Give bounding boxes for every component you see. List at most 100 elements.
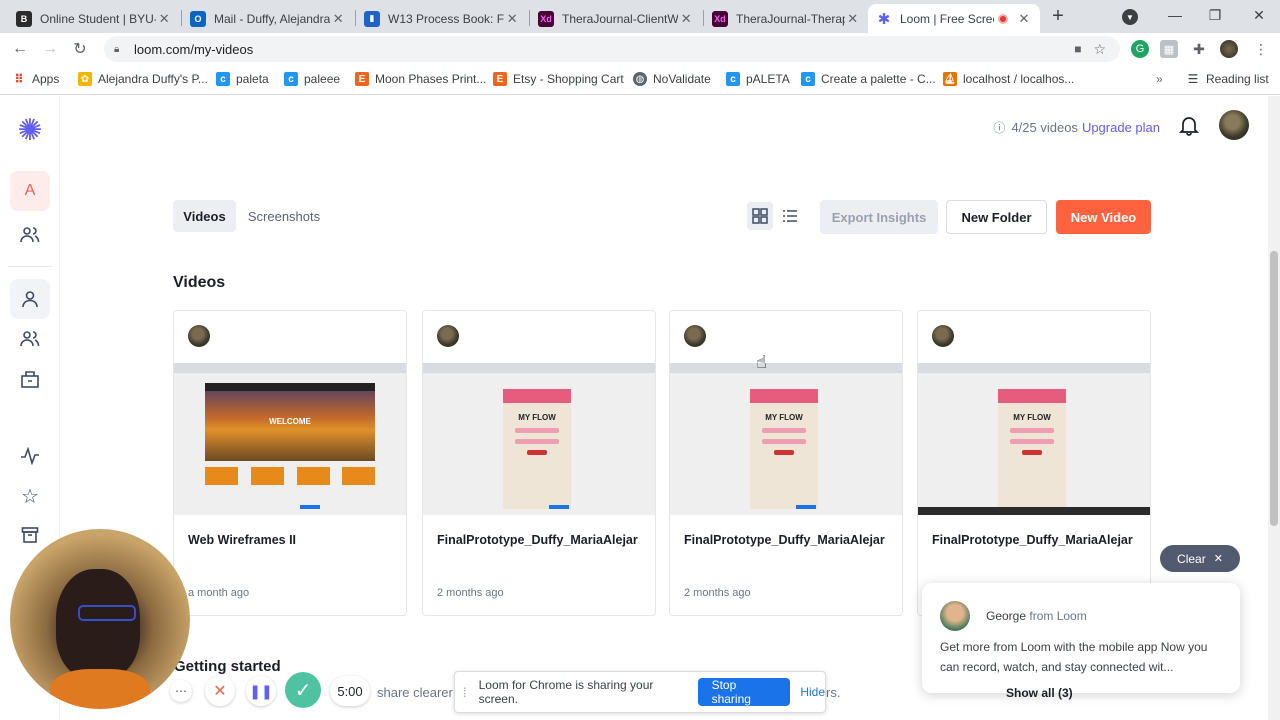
list-view-icon[interactable] — [779, 202, 801, 230]
avatar — [188, 325, 210, 347]
close-tab-icon[interactable]: ✕ — [330, 11, 346, 27]
video-thumbnail[interactable]: MY FLOW — [423, 363, 655, 515]
recording-timer: 5:00 — [330, 676, 370, 706]
insights-icon[interactable] — [10, 436, 50, 476]
chat-sender: George from Loom — [986, 609, 1087, 623]
video-title[interactable]: Web Wireframes II — [188, 533, 398, 547]
menu-kebab-icon[interactable]: ⋮ — [1252, 40, 1270, 58]
close-tab-icon[interactable]: ✕ — [1016, 11, 1032, 27]
video-card[interactable]: MY FLOW FinalPrototype_Duffy_MariaAlejar… — [669, 310, 903, 616]
workspace-avatar[interactable]: A — [10, 171, 50, 211]
my-library-icon[interactable] — [10, 279, 50, 319]
grammarly-icon[interactable]: G — [1131, 40, 1149, 58]
video-title[interactable]: FinalPrototype_Duffy_MariaAlejar — [437, 533, 647, 547]
video-card[interactable]: WELCOME Web Wireframes II a month ago — [173, 310, 407, 616]
bookmark-apps[interactable]: ⠿ Apps — [12, 72, 59, 86]
stop-sharing-button[interactable]: Stop sharing — [697, 678, 791, 706]
bookmark[interactable]: c pALETA — [726, 72, 790, 86]
close-tab-icon[interactable]: ✕ — [845, 11, 860, 27]
byui-icon: B — [16, 10, 32, 27]
camera-icon[interactable]: ■ — [1074, 42, 1081, 56]
hand-cursor-icon: ☝︎ — [756, 352, 767, 372]
bookmark[interactable]: c paleta — [216, 72, 269, 86]
extension-icon[interactable]: ▦ — [1160, 40, 1178, 58]
new-folder-button[interactable]: New Folder — [946, 200, 1047, 234]
bookmark[interactable]: c paleee — [284, 72, 340, 86]
notifications-bell-icon[interactable] — [1178, 114, 1200, 136]
bookmark-star-icon[interactable]: ☆ — [1093, 41, 1106, 58]
video-card[interactable]: MY FLOW FinalPrototype_Duffy_MariaAlejar — [917, 310, 1151, 616]
bookmark-icon: ✿ — [78, 72, 92, 86]
video-thumbnail[interactable]: MY FLOW — [670, 363, 902, 515]
profile-avatar[interactable] — [1220, 40, 1238, 58]
recorder-more-icon[interactable]: ⋯ — [170, 680, 192, 702]
forward-icon[interactable]: → — [38, 37, 62, 61]
star-icon[interactable]: ☆ — [10, 476, 50, 516]
bookmark[interactable]: E Etsy - Shopping Cart — [493, 72, 624, 86]
browser-tab[interactable]: Xd TheraJournal-Therapis ✕ — [704, 4, 868, 33]
getting-started-title: Getting started — [174, 658, 281, 675]
page-scrollbar[interactable] — [1268, 96, 1280, 720]
cancel-recording-icon[interactable]: ✕ — [205, 676, 235, 706]
bookmark[interactable]: ⛵︎ localhost / localhos... — [943, 72, 1074, 86]
user-avatar[interactable] — [1219, 110, 1249, 140]
tab-search-icon[interactable]: ▼ — [1122, 9, 1138, 25]
export-insights-button[interactable]: Export Insights — [820, 200, 938, 234]
address-bar[interactable]: 🔒︎ loom.com/my-videos ■ ☆ — [104, 36, 1120, 62]
drag-handle-icon[interactable]: ⁞ — [463, 685, 467, 700]
coolors-icon: c — [726, 72, 740, 86]
video-thumbnail[interactable]: MY FLOW — [918, 363, 1150, 515]
chat-message: Get more from Loom with the mobile app N… — [940, 640, 1208, 674]
pause-recording-icon[interactable]: ❚❚ — [246, 676, 276, 706]
upgrade-plan-link[interactable]: Upgrade plan — [1082, 120, 1160, 135]
browser-tab[interactable]: ▮ W13 Process Book: Fin ✕ — [356, 4, 528, 33]
video-date: 2 months ago — [437, 587, 504, 599]
close-tab-icon[interactable]: ✕ — [678, 11, 694, 27]
video-card[interactable]: MY FLOW FinalPrototype_Duffy_MariaAlejar… — [422, 310, 656, 616]
members-icon[interactable] — [10, 215, 50, 255]
new-video-button[interactable]: New Video — [1056, 200, 1151, 234]
grid-view-icon[interactable] — [747, 202, 773, 230]
back-icon[interactable]: ← — [8, 37, 32, 61]
video-title[interactable]: FinalPrototype_Duffy_MariaAlejar — [684, 533, 894, 547]
reload-icon[interactable]: ↻ — [68, 37, 92, 61]
spaces-icon[interactable] — [10, 359, 50, 399]
more-bookmarks-icon[interactable]: » — [1156, 72, 1163, 86]
reading-list[interactable]: ☰ Reading list — [1186, 72, 1269, 86]
agent-avatar — [940, 601, 970, 631]
bookmark[interactable]: ✿ Alejandra Duffy's P... — [78, 72, 208, 86]
globe-icon: ◍ — [633, 72, 647, 86]
close-icon: ✕ — [1213, 553, 1223, 565]
clear-notifications-button[interactable]: Clear ✕ — [1160, 545, 1240, 572]
tab-videos[interactable]: Videos — [173, 200, 236, 232]
browser-toolbar: ← → ↻ 🔒︎ loom.com/my-videos ■ ☆ G ▦ ✚ ⋮ — [0, 33, 1280, 65]
close-window-icon[interactable]: ✕ — [1236, 0, 1280, 30]
reading-list-icon: ☰ — [1187, 72, 1199, 86]
browser-tab[interactable]: B Online Student | BYU-I ✕ — [8, 4, 180, 33]
show-all-link[interactable]: Show all (3) — [1006, 686, 1073, 700]
bookmark[interactable]: c Create a palette - C... — [801, 72, 936, 86]
webcam-bubble[interactable] — [10, 529, 190, 709]
browser-tab[interactable]: Xd TheraJournal-ClientW ✕ — [530, 4, 702, 33]
adobe-xd-icon: Xd — [712, 10, 728, 27]
video-thumbnail[interactable]: WELCOME — [174, 363, 406, 515]
finish-recording-icon[interactable]: ✓ — [285, 672, 321, 708]
restore-icon[interactable]: ❐ — [1192, 0, 1238, 30]
tab-screenshots[interactable]: Screenshots — [242, 200, 326, 232]
new-tab-icon[interactable]: + — [1048, 6, 1068, 26]
chat-message-card[interactable]: George from Loom Get more from Loom with… — [922, 583, 1240, 693]
puzzle-icon[interactable]: ✚ — [1190, 40, 1208, 58]
bookmark[interactable]: E Moon Phases Print... — [355, 72, 486, 86]
hide-button[interactable]: Hide — [800, 685, 825, 699]
video-title[interactable]: FinalPrototype_Duffy_MariaAlejar — [932, 533, 1142, 547]
team-icon[interactable] — [10, 319, 50, 359]
avatar — [932, 325, 954, 347]
avatar — [684, 325, 706, 347]
bookmark[interactable]: ◍ NoValidate — [633, 72, 711, 86]
browser-tab[interactable]: O Mail - Duffy, Alejandra ✕ — [182, 4, 354, 33]
close-tab-icon[interactable]: ✕ — [504, 11, 520, 27]
browser-tab-active[interactable]: ✱ Loom | Free Scree ✕ — [868, 4, 1040, 33]
screen-sharing-bar: ⁞ Loom for Chrome is sharing your screen… — [454, 671, 826, 713]
loom-logo-icon[interactable]: ✺ — [10, 110, 50, 150]
close-tab-icon[interactable]: ✕ — [156, 11, 172, 27]
